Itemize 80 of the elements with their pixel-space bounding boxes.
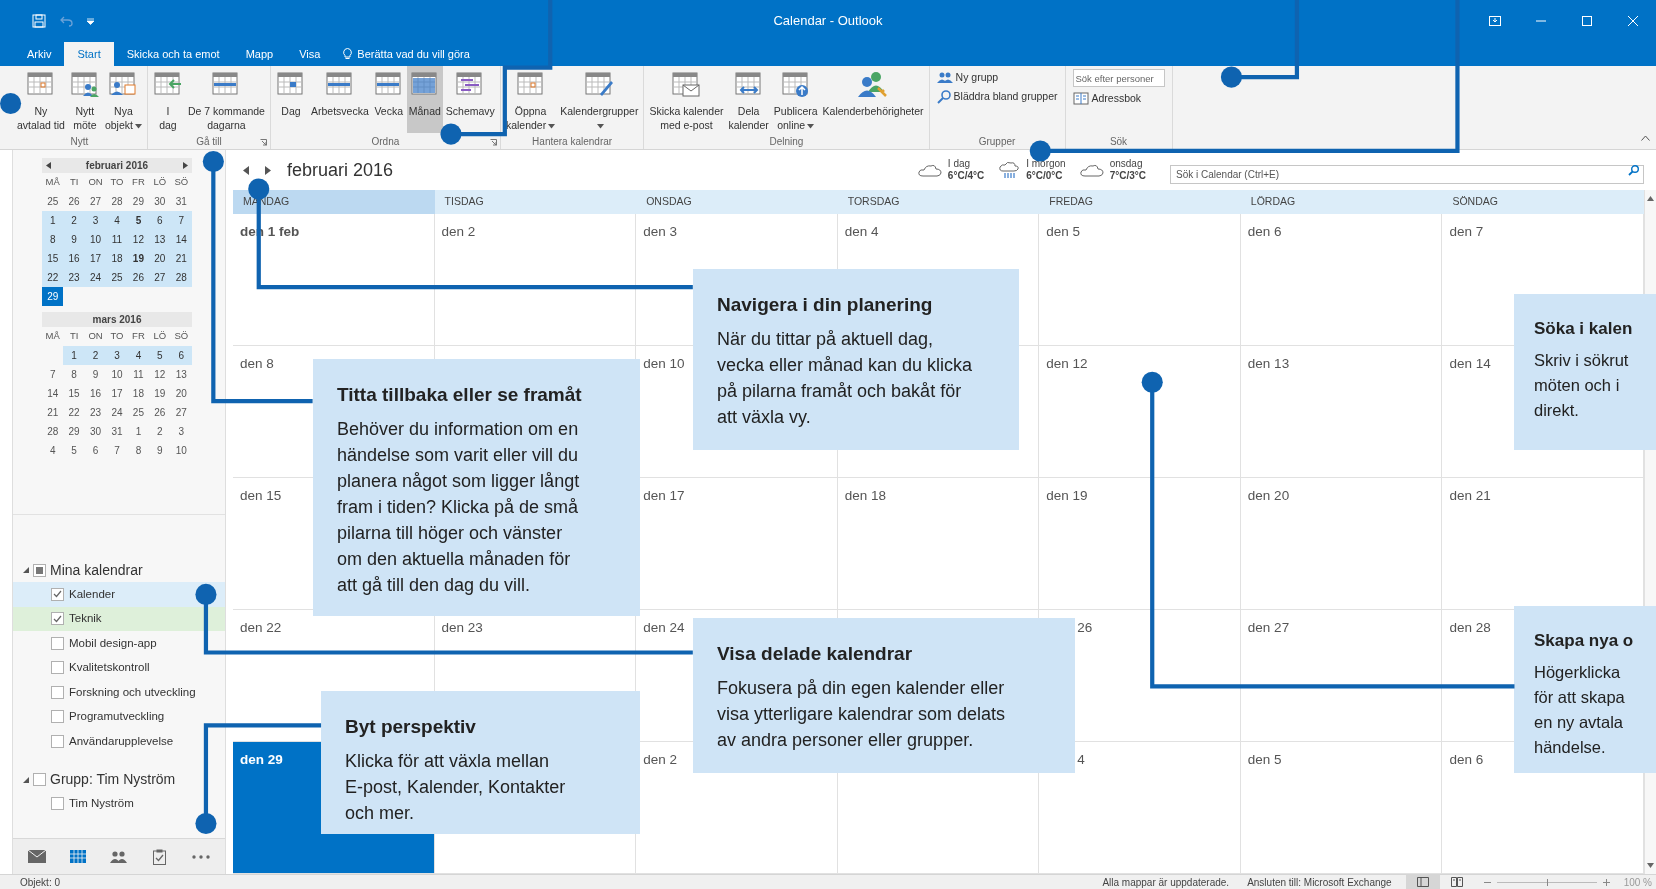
group-label: Nytt — [70, 134, 89, 149]
day-label: den 2 — [441, 224, 476, 239]
weekday-header: TISDAG — [443, 194, 485, 210]
weekday-label: MÅ — [44, 175, 61, 190]
day-label: den 6 — [1247, 224, 1282, 239]
callout-title: Titta tillbaka eller se framåt — [337, 383, 582, 407]
group-label: Gå till — [196, 134, 222, 149]
weekday-label: TI — [68, 175, 80, 190]
day-label: den 28 — [1449, 620, 1491, 635]
weekday-label: MÅ — [44, 329, 61, 344]
callout-text: Skriv i sökrut möten och i direkt. — [1534, 349, 1629, 421]
weather-temperature: 7°C/3°C — [1109, 170, 1146, 182]
callout-text: Klicka för att växla mellan E-post, Kalender, Kontakter och mer. — [345, 749, 566, 825]
day-label: den 2 — [643, 752, 677, 767]
weekday-label: SÖ — [173, 329, 190, 344]
day-label: den 7 — [1449, 224, 1484, 239]
group-label: Delning — [769, 134, 804, 149]
day-label: den 19 — [1046, 488, 1088, 503]
weather-temperature: 6°C/4°C — [947, 170, 985, 182]
item-count: Objekt: 0 — [20, 875, 61, 889]
day-label: 4 — [1077, 752, 1085, 767]
day-label: den 24 — [643, 620, 685, 635]
day-label: den 21 — [1449, 488, 1491, 503]
weather-day: I morgon — [1026, 158, 1066, 170]
weekday-header: TORSDAG — [846, 194, 901, 210]
callout-text: När du tittar på aktuell dag, vecka eller månad kan du klicka på pilarna framåt och bakåt för att växla vy. — [717, 327, 973, 429]
group-label: Grupper — [978, 134, 1016, 149]
callout-title: Söka i kalen — [1534, 318, 1633, 340]
connection-status: Ansluten till: Microsoft Exchange — [1247, 875, 1392, 889]
weekday-label: TO — [109, 329, 125, 344]
callout-title: Navigera i din planering — [717, 293, 933, 317]
calendar-group-label: Mina kalendrar — [50, 560, 143, 580]
month-title: mars 2016 — [92, 313, 142, 327]
group-label: Ordna — [371, 134, 400, 149]
weekday-label: FR — [131, 329, 146, 344]
weekday-label: LÖ — [152, 329, 168, 344]
day-label: den 17 — [643, 488, 685, 503]
group-label: Hantera kalendrar — [532, 134, 613, 149]
weekday-header: LÖRDAG — [1249, 194, 1297, 210]
callout-text: Behöver du information om en händelse som varit eller vill du planera något som ligger långt fram i tiden? Klicka på de små pilarna till höger och vänster om den aktuella månaden för att gå till den dag du vill. — [337, 417, 580, 597]
weekday-label: ON — [87, 175, 104, 190]
weather-day: I dag — [947, 158, 985, 170]
weekday-header: ONSDAG — [645, 194, 693, 210]
day-label: den 22 — [240, 620, 282, 635]
weekday-label: TI — [68, 329, 80, 344]
weekday-header: SÖNDAG — [1451, 194, 1499, 210]
day-label: den 20 — [1247, 488, 1290, 503]
day-label: den 6 — [1449, 752, 1484, 767]
weather-temperature: 6°C/0°C — [1026, 170, 1064, 182]
day-label: den 5 — [1247, 752, 1282, 767]
day-label: den 4 — [844, 224, 879, 239]
weekday-label: LÖ — [152, 175, 168, 190]
weekday-label: TO — [109, 175, 125, 190]
day-label: den 8 — [240, 356, 274, 371]
day-label: den 12 — [1046, 356, 1088, 371]
month-title: februari 2016 — [85, 159, 149, 173]
weather-day: onsdag — [1109, 158, 1146, 170]
callout-title: Skapa nya o — [1534, 630, 1634, 652]
weekday-label: ON — [87, 329, 104, 344]
day-label: den 5 — [1046, 224, 1081, 239]
day-label: den 15 — [240, 488, 282, 503]
group-label: Sök — [1109, 134, 1128, 149]
day-label: den 29 — [240, 752, 283, 767]
day-label: den 13 — [1247, 356, 1290, 371]
weekday-header: FREDAG — [1048, 194, 1095, 210]
day-label: den 18 — [844, 488, 886, 503]
zoom-level: 100 % — [1623, 875, 1652, 889]
sync-status: Alla mappar är uppdaterade. — [1102, 875, 1230, 889]
weekday-label: SÖ — [173, 175, 190, 190]
calendar-title: februari 2016 — [287, 158, 394, 182]
window-title: Calendar - Outlook — [773, 12, 883, 31]
day-label: den 27 — [1247, 620, 1290, 635]
day-label: den 10 — [643, 356, 685, 371]
weekday-label: FR — [131, 175, 146, 190]
day-label: den 14 — [1449, 356, 1491, 371]
callout-title: Visa delade kalendrar — [717, 642, 913, 666]
calendar-group-label: Grupp: Tim Nyström — [50, 770, 176, 789]
day-label: den 23 — [441, 620, 483, 635]
day-label: 26 — [1077, 620, 1093, 635]
day-label: den 3 — [643, 224, 677, 239]
